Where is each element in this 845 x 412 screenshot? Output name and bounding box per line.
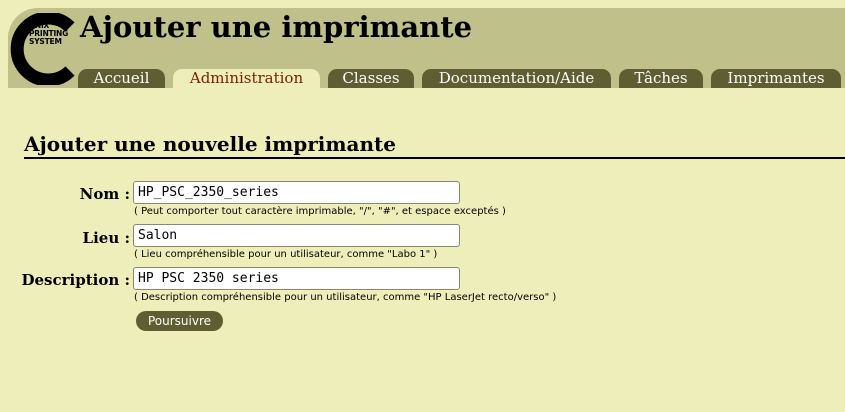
tab-imprimantes[interactable]: Imprimantes bbox=[711, 69, 841, 88]
location-label: Lieu : bbox=[82, 229, 130, 247]
cups-logo-text: UNIX PRINTING SYSTEM bbox=[29, 22, 69, 46]
name-label: Nom : bbox=[79, 185, 130, 203]
location-field[interactable] bbox=[133, 224, 460, 247]
continue-button[interactable]: Poursuivre bbox=[136, 311, 223, 331]
description-hint: ( Description compréhensible pour un uti… bbox=[134, 292, 557, 303]
tab-documentation[interactable]: Documentation/Aide bbox=[422, 69, 611, 88]
tab-taches[interactable]: Tâches bbox=[619, 69, 703, 88]
logo-line: SYSTEM bbox=[29, 37, 62, 46]
location-hint: ( Lieu compréhensible pour un utilisateu… bbox=[134, 249, 438, 260]
name-field[interactable] bbox=[133, 181, 460, 204]
description-field[interactable] bbox=[133, 267, 460, 290]
section-title: Ajouter une nouvelle imprimante bbox=[24, 132, 397, 156]
tab-accueil[interactable]: Accueil bbox=[78, 69, 165, 88]
tab-classes[interactable]: Classes bbox=[328, 69, 414, 88]
page-title: Ajouter une imprimante bbox=[80, 10, 473, 44]
description-label: Description : bbox=[21, 271, 130, 289]
section-divider bbox=[24, 157, 845, 159]
top-strip bbox=[0, 0, 845, 8]
tab-administration[interactable]: Administration bbox=[173, 69, 320, 88]
name-hint: ( Peut comporter tout caractère imprimab… bbox=[134, 206, 506, 217]
